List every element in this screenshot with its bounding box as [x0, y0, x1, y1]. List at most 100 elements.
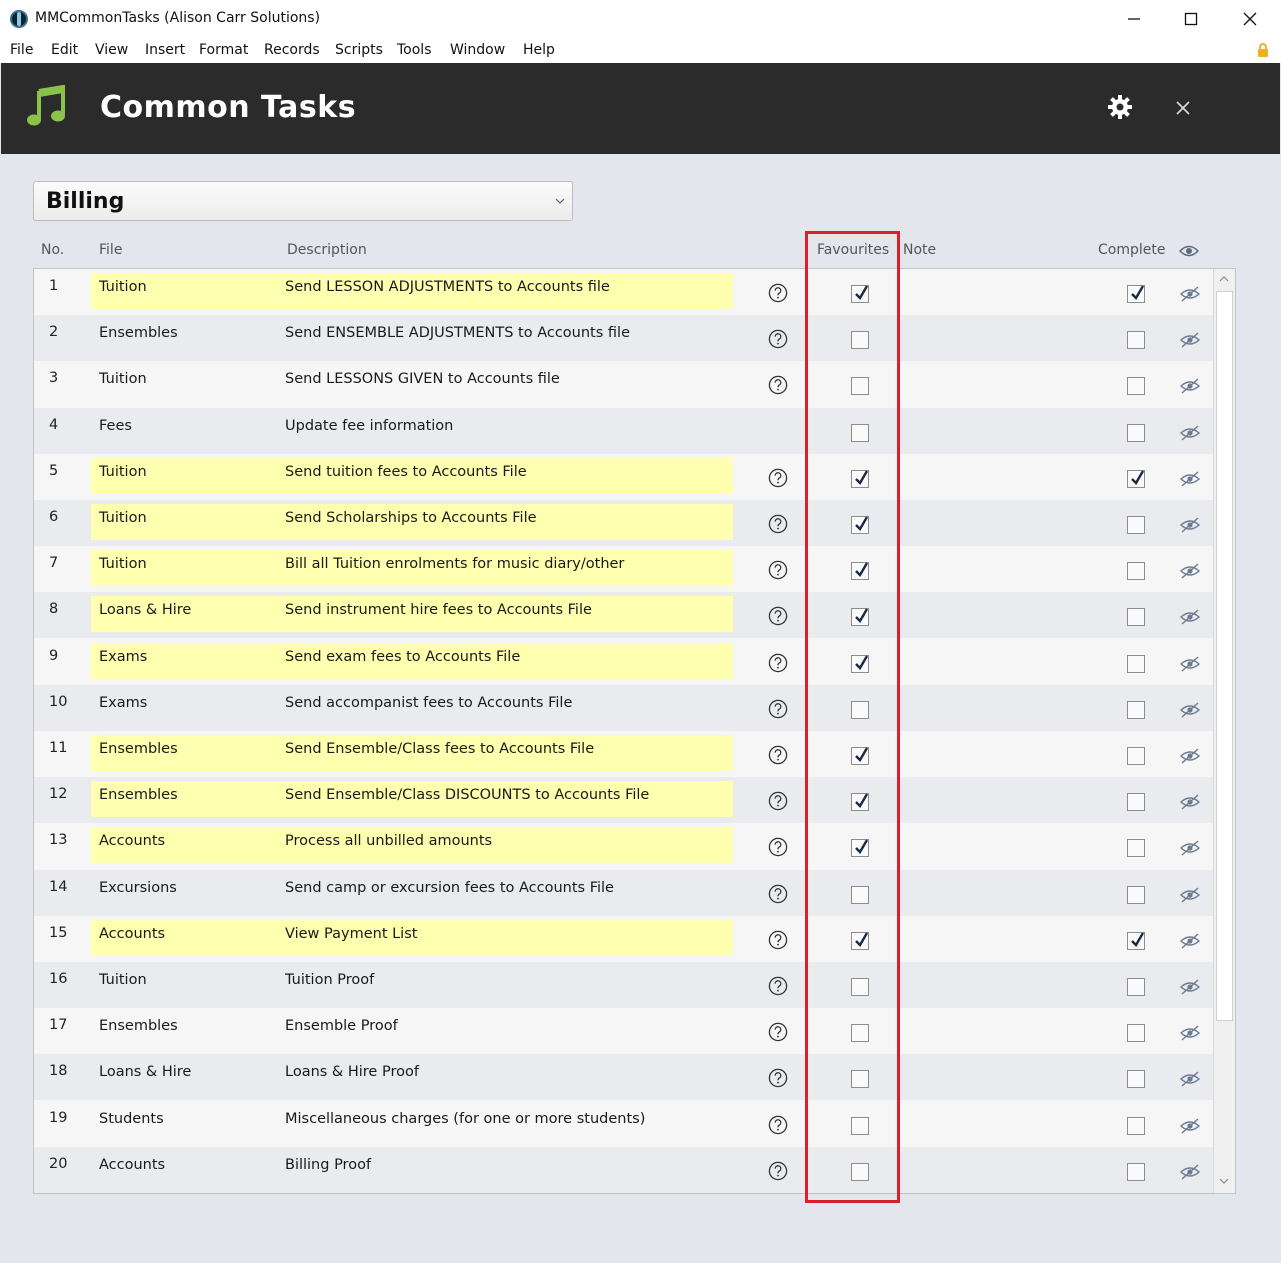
menu-window[interactable]: Window [450, 42, 505, 58]
hide-eye-icon[interactable] [1179, 332, 1201, 352]
minimize-button[interactable] [1105, 0, 1163, 38]
row-description[interactable]: Send accompanist fees to Accounts File [285, 695, 572, 711]
category-select[interactable]: Billing [33, 181, 573, 221]
row-description[interactable]: Send tuition fees to Accounts File [285, 464, 527, 480]
table-row[interactable]: 13 Accounts Process all unbilled amounts [34, 823, 1214, 869]
hide-eye-icon[interactable] [1179, 378, 1201, 398]
gear-icon[interactable] [1106, 93, 1134, 121]
table-row[interactable]: 1 Tuition Send LESSON ADJUSTMENTS to Accou… [34, 269, 1214, 315]
help-icon[interactable] [768, 514, 788, 538]
menu-format[interactable]: Format [199, 42, 248, 58]
help-icon[interactable] [768, 653, 788, 677]
hide-eye-icon[interactable] [1179, 471, 1201, 491]
hide-eye-icon[interactable] [1179, 1118, 1201, 1138]
row-description[interactable]: Bill all Tuition enrolments for music di… [285, 556, 624, 572]
hide-eye-icon[interactable] [1179, 1071, 1201, 1091]
complete-checkbox[interactable] [1127, 285, 1145, 303]
row-description[interactable]: Send Ensemble/Class fees to Accounts Fil… [285, 741, 594, 757]
menu-file[interactable]: File [10, 42, 33, 58]
complete-checkbox[interactable] [1127, 424, 1145, 442]
table-row[interactable]: 20 Accounts Billing Proof [34, 1147, 1214, 1193]
menu-edit[interactable]: Edit [51, 42, 78, 58]
table-row[interactable]: 7 Tuition Bill all Tuition enrolments for … [34, 546, 1214, 592]
complete-checkbox[interactable] [1127, 1163, 1145, 1181]
complete-checkbox[interactable] [1127, 701, 1145, 719]
hide-eye-icon[interactable] [1179, 702, 1201, 722]
table-row[interactable]: 12 Ensembles Send Ensemble/Class DISCOUNTS… [34, 777, 1214, 823]
hide-eye-icon[interactable] [1179, 1164, 1201, 1184]
table-row[interactable]: 15 Accounts View Payment List [34, 916, 1214, 962]
table-row[interactable]: 4 Fees Update fee information [34, 408, 1214, 454]
row-description[interactable]: Send instrument hire fees to Accounts Fi… [285, 602, 592, 618]
help-icon[interactable] [768, 1161, 788, 1185]
complete-checkbox[interactable] [1127, 747, 1145, 765]
scroll-down-icon[interactable] [1219, 1177, 1229, 1185]
maximize-button[interactable] [1162, 0, 1220, 38]
complete-checkbox[interactable] [1127, 886, 1145, 904]
help-icon[interactable] [768, 468, 788, 492]
row-description[interactable]: Send exam fees to Accounts File [285, 649, 520, 665]
complete-checkbox[interactable] [1127, 839, 1145, 857]
table-row[interactable]: 14 Excursions Send camp or excursion fees … [34, 870, 1214, 916]
menu-scripts[interactable]: Scripts [335, 42, 383, 58]
row-description[interactable]: Tuition Proof [285, 972, 374, 988]
hide-eye-icon[interactable] [1179, 563, 1201, 583]
complete-checkbox[interactable] [1127, 608, 1145, 626]
help-icon[interactable] [768, 976, 788, 1000]
complete-checkbox[interactable] [1127, 470, 1145, 488]
help-icon[interactable] [768, 375, 788, 399]
menu-help[interactable]: Help [523, 42, 555, 58]
table-row[interactable]: 8 Loans & Hire Send instrument hire fees t… [34, 592, 1214, 638]
help-icon[interactable] [768, 791, 788, 815]
scroll-up-icon[interactable] [1219, 275, 1229, 283]
hide-eye-icon[interactable] [1179, 887, 1201, 907]
hide-eye-icon[interactable] [1179, 609, 1201, 629]
complete-checkbox[interactable] [1127, 562, 1145, 580]
hide-eye-icon[interactable] [1179, 1025, 1201, 1045]
row-description[interactable]: Loans & Hire Proof [285, 1064, 419, 1080]
hide-eye-icon[interactable] [1179, 840, 1201, 860]
hide-eye-icon[interactable] [1179, 425, 1201, 445]
table-row[interactable]: 3 Tuition Send LESSONS GIVEN to Accounts f… [34, 361, 1214, 407]
help-icon[interactable] [768, 930, 788, 954]
table-row[interactable]: 11 Ensembles Send Ensemble/Class fees to A… [34, 731, 1214, 777]
table-row[interactable]: 9 Exams Send exam fees to Accounts File [34, 639, 1214, 685]
table-row[interactable]: 2 Ensembles Send ENSEMBLE ADJUSTMENTS to A… [34, 315, 1214, 361]
window-close-button[interactable] [1221, 0, 1279, 38]
row-description[interactable]: Send LESSONS GIVEN to Accounts file [285, 371, 560, 387]
row-description[interactable]: View Payment List [285, 926, 417, 942]
complete-checkbox[interactable] [1127, 1024, 1145, 1042]
help-icon[interactable] [768, 606, 788, 630]
hide-eye-icon[interactable] [1179, 517, 1201, 537]
help-icon[interactable] [768, 745, 788, 769]
row-description[interactable]: Send LESSON ADJUSTMENTS to Accounts file [285, 279, 610, 295]
hide-eye-icon[interactable] [1179, 656, 1201, 676]
column-header-complete[interactable]: Complete [1098, 242, 1165, 258]
row-description[interactable]: Send Scholarships to Accounts File [285, 510, 537, 526]
row-description[interactable]: Miscellaneous charges (for one or more s… [285, 1111, 645, 1127]
complete-checkbox[interactable] [1127, 932, 1145, 950]
table-row[interactable]: 16 Tuition Tuition Proof [34, 962, 1214, 1008]
help-icon[interactable] [768, 1115, 788, 1139]
row-description[interactable]: Ensemble Proof [285, 1018, 398, 1034]
menu-records[interactable]: Records [264, 42, 320, 58]
table-row[interactable]: 19 Students Miscellaneous charges (for one… [34, 1101, 1214, 1147]
hide-eye-icon[interactable] [1179, 979, 1201, 999]
eye-icon[interactable] [1179, 244, 1199, 258]
scroll-thumb[interactable] [1216, 291, 1233, 1021]
row-description[interactable]: Send ENSEMBLE ADJUSTMENTS to Accounts fi… [285, 325, 630, 341]
help-icon[interactable] [768, 283, 788, 307]
menu-tools[interactable]: Tools [397, 42, 432, 58]
help-icon[interactable] [768, 884, 788, 908]
complete-checkbox[interactable] [1127, 331, 1145, 349]
row-description[interactable]: Process all unbilled amounts [285, 833, 492, 849]
help-icon[interactable] [768, 699, 788, 723]
complete-checkbox[interactable] [1127, 1070, 1145, 1088]
menu-view[interactable]: View [95, 42, 128, 58]
complete-checkbox[interactable] [1127, 516, 1145, 534]
hide-eye-icon[interactable] [1179, 286, 1201, 306]
menu-insert[interactable]: Insert [145, 42, 185, 58]
table-row[interactable]: 10 Exams Send accompanist fees to Accounts… [34, 685, 1214, 731]
table-row[interactable]: 17 Ensembles Ensemble Proof [34, 1008, 1214, 1054]
help-icon[interactable] [768, 329, 788, 353]
